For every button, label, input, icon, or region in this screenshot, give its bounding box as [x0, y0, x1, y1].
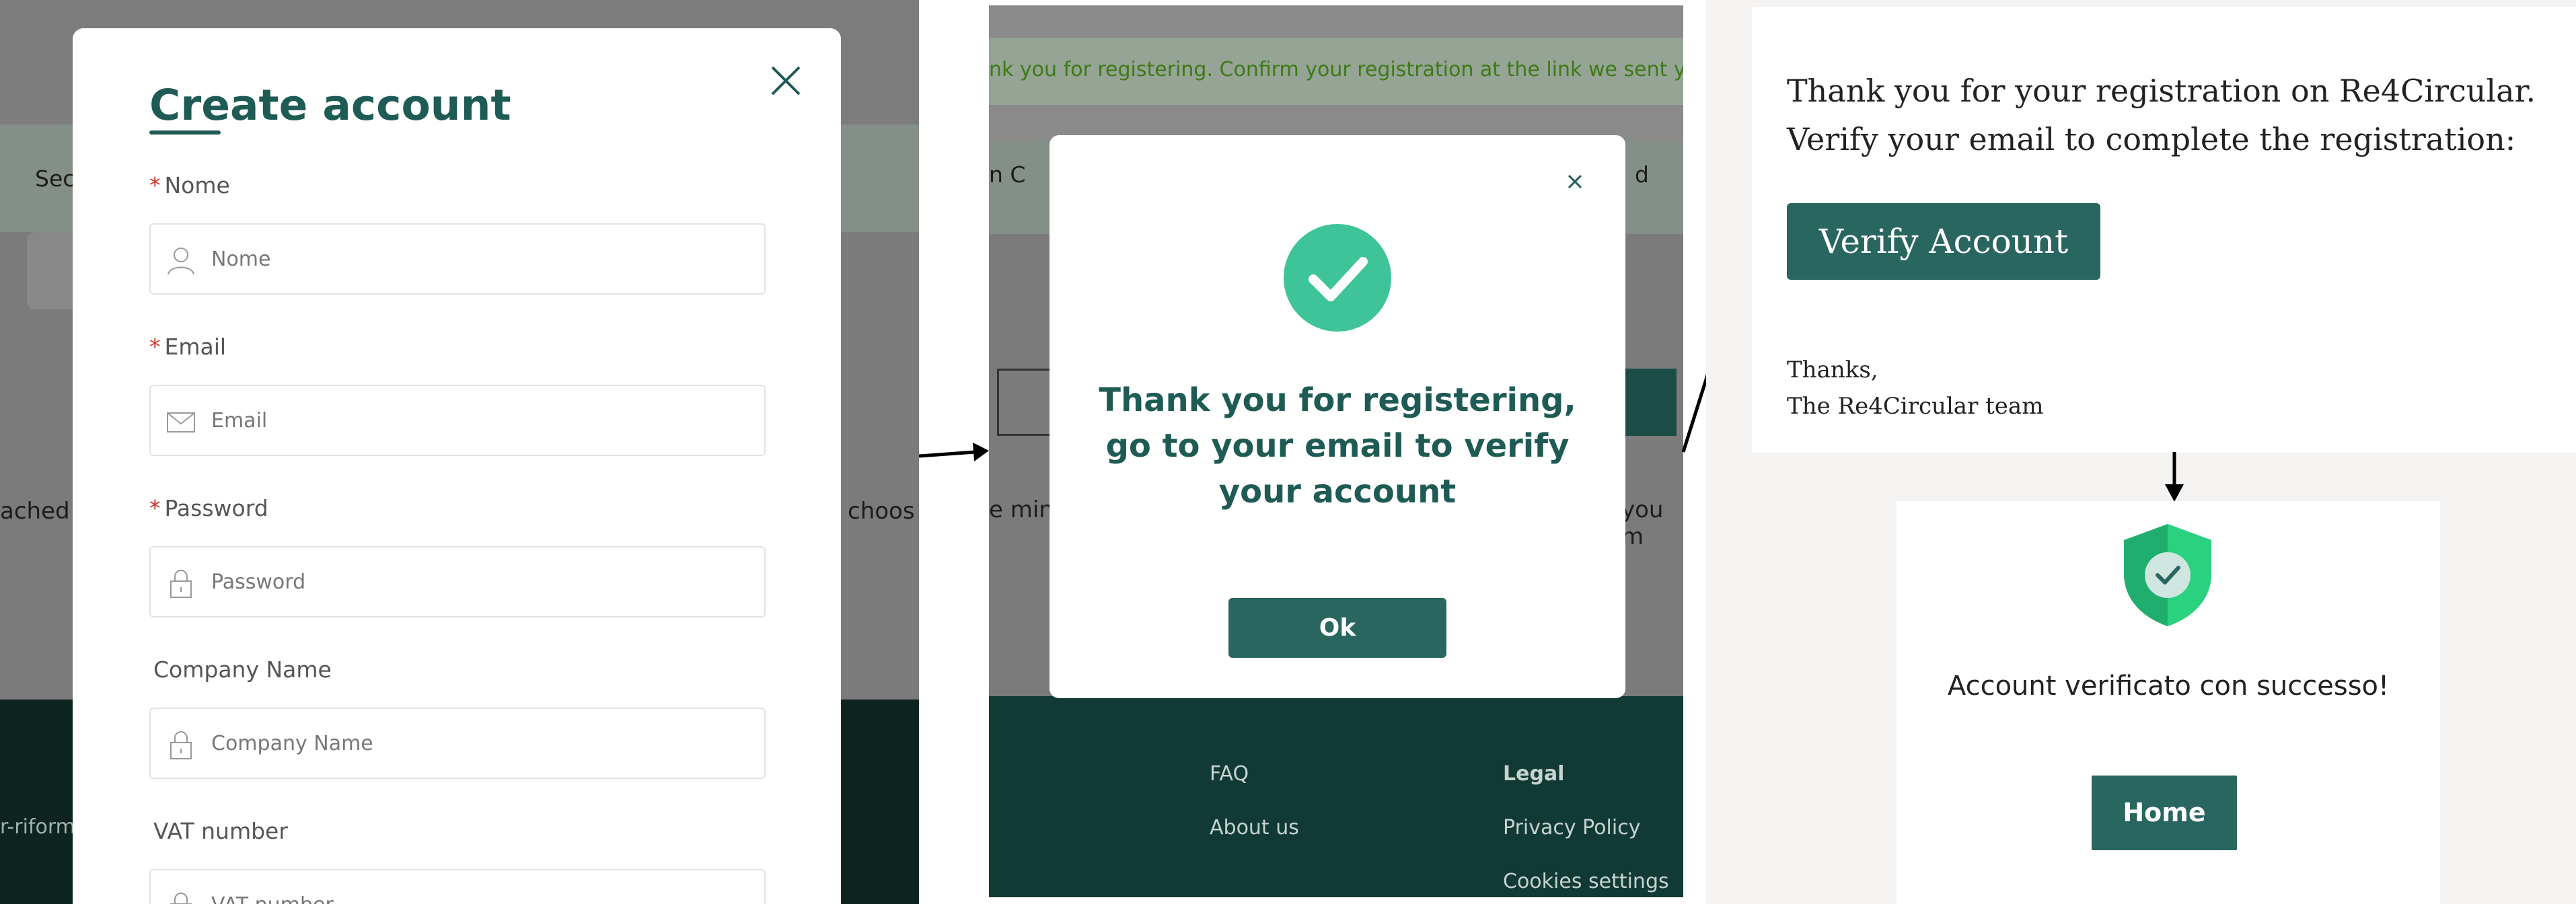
password-label: * Password	[149, 495, 268, 521]
email-verification-screen: Thank you for your registration on Re4Ci…	[1706, 0, 2576, 904]
backdrop-content-text: you m	[1621, 496, 1664, 550]
home-button[interactable]: Home	[2092, 776, 2237, 850]
company-name-placeholder: Company Name	[211, 732, 373, 755]
verification-email: Thank you for your registration on Re4Ci…	[1752, 7, 2576, 453]
backdrop-footer-text: r-riform	[0, 815, 75, 839]
account-verified-card: Account verificato con successo! Home	[1897, 501, 2440, 904]
email-placeholder: Email	[211, 409, 268, 432]
registration-success-screen: nk you for registering. Confirm your reg…	[989, 5, 1683, 897]
ok-button[interactable]: Ok	[1228, 598, 1446, 658]
email-line-verify: Verify your email to complete the regist…	[1787, 121, 2516, 157]
vat-number-placeholder: VAT number	[211, 893, 334, 904]
backdrop-nav-text: n C	[989, 161, 1026, 188]
vat-number-label: VAT number	[153, 818, 288, 844]
backdrop-nav-text: d	[1635, 161, 1649, 188]
confirmation-banner-text: nk you for registering. Confirm your reg…	[989, 58, 1683, 81]
email-signoff: Thanks,	[1787, 356, 1878, 383]
lock-icon	[170, 731, 192, 759]
site-footer: FAQ About us Legal Privacy Policy Cookie…	[989, 696, 1683, 897]
create-account-modal: Create account * Nome Nome * Email Email *…	[73, 28, 841, 904]
verify-account-button[interactable]: Verify Account	[1787, 203, 2100, 280]
email-line-registration: Thank you for your registration on Re4Ci…	[1787, 73, 2536, 109]
success-modal: Thank you for registering, go to your em…	[1050, 135, 1625, 698]
success-message: Thank you for registering, go to your em…	[1099, 381, 1576, 511]
email-label: * Email	[149, 334, 227, 360]
vat-number-input[interactable]: VAT number	[149, 869, 766, 904]
company-name-label: Company Name	[153, 656, 332, 683]
close-icon[interactable]	[766, 61, 806, 101]
verified-message: Account verificato con successo!	[1947, 671, 2390, 702]
footer-link-faq[interactable]: FAQ	[1210, 762, 1249, 786]
footer-link-about[interactable]: About us	[1210, 816, 1299, 839]
footer-heading-legal: Legal	[1503, 762, 1565, 786]
footer-link-cookies[interactable]: Cookies settings	[1503, 870, 1669, 893]
mail-icon	[167, 412, 195, 432]
check-circle-icon	[1284, 224, 1391, 332]
backdrop-nav-text: Sec	[35, 165, 75, 192]
backdrop-content-text: choos	[848, 498, 915, 525]
password-input[interactable]: Password	[149, 546, 766, 617]
lock-icon	[170, 570, 192, 598]
backdrop-content-text: ached	[0, 498, 70, 525]
close-icon[interactable]	[1565, 172, 1585, 192]
nome-input[interactable]: Nome	[149, 223, 766, 295]
password-placeholder: Password	[211, 570, 306, 594]
user-icon	[168, 248, 194, 275]
flow-arrow-icon	[919, 443, 989, 461]
shield-check-icon	[2124, 524, 2211, 626]
footer-link-privacy[interactable]: Privacy Policy	[1503, 816, 1640, 839]
modal-title: Create account	[149, 81, 511, 130]
nome-label: * Nome	[149, 172, 230, 198]
lock-icon	[170, 893, 192, 904]
nome-placeholder: Nome	[211, 248, 271, 271]
flow-arrow-icon	[2165, 452, 2184, 502]
title-underline	[149, 130, 221, 135]
email-input[interactable]: Email	[149, 385, 766, 456]
company-name-input[interactable]: Company Name	[149, 708, 766, 779]
create-account-screen: Sec ached choos r-riform Create account …	[0, 0, 919, 904]
email-signature: The Re4Circular team	[1787, 393, 2044, 420]
